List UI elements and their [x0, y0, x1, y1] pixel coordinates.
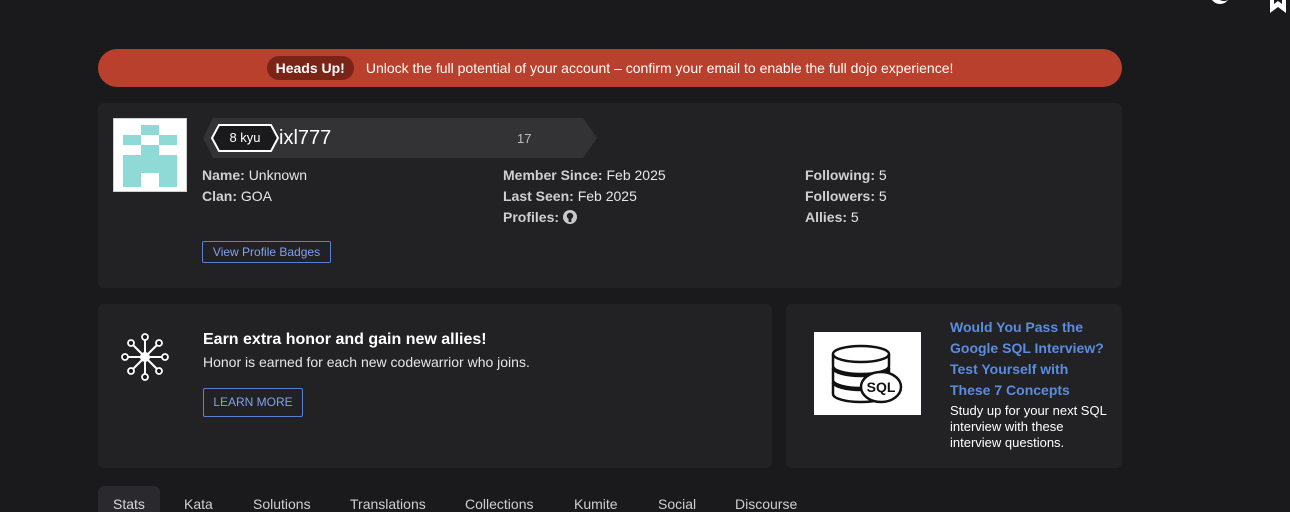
sql-database-icon[interactable]: SQL [814, 332, 921, 415]
following-value: 5 [878, 167, 887, 183]
profile-details-left: Name: Unknown Clan: GOA [202, 165, 307, 207]
avatar [113, 118, 187, 192]
invite-subtitle: Honor is earned for each new codewarrior… [203, 354, 530, 370]
github-icon[interactable] [562, 210, 577, 224]
profile-details-mid: Member Since: Feb 2025 Last Seen: Feb 20… [503, 165, 666, 228]
moon-icon[interactable] [1206, 0, 1230, 15]
profiles-row: Profiles: [503, 207, 666, 228]
followers-value: 5 [878, 188, 887, 204]
honor-count: 17 [517, 131, 532, 146]
allies-value: 5 [850, 209, 859, 225]
invite-card: Earn extra honor and gain new allies! Ho… [98, 304, 772, 468]
tab-discourse[interactable]: Discourse [735, 486, 797, 512]
bookmark-icon[interactable] [1268, 0, 1288, 19]
followers-row[interactable]: Followers: 5 [805, 186, 887, 207]
allies-label: Allies: [805, 209, 848, 225]
learn-more-button[interactable]: LEARN MORE [203, 388, 303, 417]
profile-card: 8 kyu ixl777 17 Name: Unknown Clan: GOA … [98, 103, 1122, 288]
following-label: Following: [805, 167, 875, 183]
following-row[interactable]: Following: 5 [805, 165, 887, 186]
clan-label: Clan: [202, 188, 237, 204]
profiles-label: Profiles: [503, 209, 560, 225]
last-seen-row: Last Seen: Feb 2025 [503, 186, 666, 207]
profile-details-right: Following: 5 Followers: 5 Allies: 5 [805, 165, 887, 228]
email-confirm-banner: Heads Up! Unlock the full potential of y… [98, 49, 1122, 87]
invite-title: Earn extra honor and gain new allies! [203, 331, 487, 348]
name-row: Name: Unknown [202, 165, 307, 186]
ad-description: Study up for your next SQL interview wit… [950, 403, 1107, 450]
tab-kumite[interactable]: Kumite [574, 486, 618, 512]
member-since-label: Member Since: [503, 167, 603, 183]
view-profile-badges-button[interactable]: View Profile Badges [202, 241, 331, 263]
sponsored-card: SQL Would You Pass the Google SQL Interv… [786, 304, 1122, 468]
tab-collections[interactable]: Collections [465, 486, 533, 512]
profile-page: Heads Up! Unlock the full potential of y… [0, 0, 1290, 512]
name-label: Name: [202, 167, 245, 183]
ad-title-link[interactable]: Would You Pass the Google SQL Interview?… [950, 317, 1110, 401]
name-value: Unknown [248, 167, 308, 183]
heads-up-badge: Heads Up! [266, 56, 354, 80]
tab-social[interactable]: Social [658, 486, 696, 512]
tab-kata[interactable]: Kata [184, 486, 213, 512]
last-seen-value: Feb 2025 [577, 188, 637, 204]
network-icon [120, 332, 170, 387]
svg-text:SQL: SQL [867, 379, 896, 395]
rank-name-bar: 8 kyu ixl777 [203, 118, 597, 158]
tab-stats[interactable]: Stats [98, 486, 160, 512]
clan-row: Clan: GOA [202, 186, 307, 207]
banner-message[interactable]: Unlock the full potential of your accoun… [366, 60, 954, 76]
username: ixl777 [279, 127, 332, 149]
rank-badge: 8 kyu [229, 130, 261, 145]
followers-label: Followers: [805, 188, 876, 204]
tab-solutions[interactable]: Solutions [253, 486, 311, 512]
member-since-row: Member Since: Feb 2025 [503, 165, 666, 186]
last-seen-label: Last Seen: [503, 188, 574, 204]
member-since-value: Feb 2025 [606, 167, 666, 183]
allies-row[interactable]: Allies: 5 [805, 207, 887, 228]
tab-translations[interactable]: Translations [350, 486, 426, 512]
clan-value: GOA [240, 188, 273, 204]
